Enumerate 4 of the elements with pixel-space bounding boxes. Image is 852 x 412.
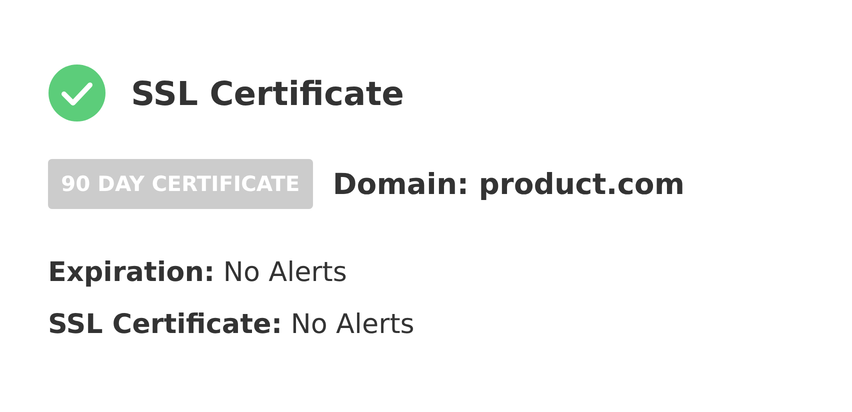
- domain-text: Domain: product.com: [332, 167, 685, 201]
- detail-line: Expiration: No Alerts: [48, 256, 348, 290]
- certificate-title: SSL Certificate: [131, 74, 404, 112]
- detail-line: SSL Certificate: No Alerts: [48, 308, 416, 342]
